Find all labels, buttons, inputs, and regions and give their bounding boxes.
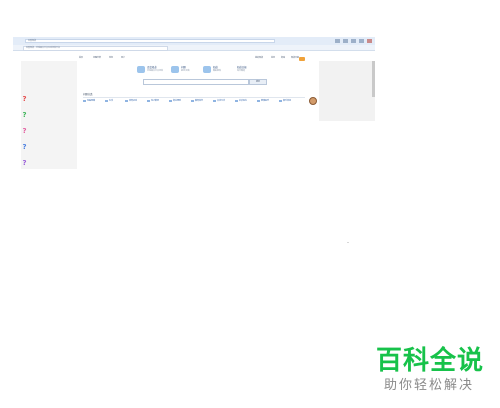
question-bubble-icon xyxy=(171,66,179,73)
nav-item-featured[interactable]: 特色 xyxy=(109,57,113,60)
category-chip[interactable]: 生活 xyxy=(105,99,113,103)
header-block-title: 知道 xyxy=(213,66,218,69)
question-icon-red: ? xyxy=(22,95,27,103)
category-list: 电脑网络 生活 体育运动 电子数码 商业理财 教育科学 文化艺术 社会民生 健康… xyxy=(83,99,313,104)
category-chip[interactable]: 娱乐休闲 xyxy=(279,99,291,103)
watermark-title: 百科全说 xyxy=(375,346,484,376)
minimize-button[interactable] xyxy=(335,39,340,43)
category-chip[interactable]: 社会民生 xyxy=(235,99,247,103)
right-sidebar xyxy=(319,61,375,121)
header-block-title: 问题 xyxy=(181,66,186,69)
nav-item-users[interactable]: 用户 xyxy=(121,57,125,60)
nav-item-category[interactable]: 问题分类 xyxy=(93,57,101,60)
question-icon-purple: ? xyxy=(22,159,27,167)
tab-label: 百度知道 - 全球最大中文互动问答平台 xyxy=(26,47,60,49)
zhidao-logo-icon xyxy=(137,66,145,73)
header-block[interactable]: 知道日报 每日精选 xyxy=(237,65,267,75)
search-button[interactable]: 搜索 xyxy=(249,79,267,85)
notification-badge[interactable] xyxy=(299,57,305,61)
header-block-title: 知道日报 xyxy=(237,66,247,69)
nav-item-daily[interactable]: 知道日报 xyxy=(291,57,299,60)
tab-active[interactable]: 百度知道 - 全球最大中文互动问答平台 xyxy=(23,46,168,51)
stray-mark xyxy=(347,242,349,243)
header-block-sub: 全球最大中文问答 xyxy=(147,70,164,72)
category-chip[interactable]: 体育运动 xyxy=(125,99,137,103)
chat-bubble-icon xyxy=(203,66,211,73)
close-button[interactable] xyxy=(367,39,372,43)
nav-item-messages[interactable]: 消息 xyxy=(271,57,275,60)
header-block[interactable]: 知道 精彩推荐 xyxy=(203,65,233,75)
nav-item-home[interactable]: 首页 xyxy=(79,57,83,60)
question-icon-pink: ? xyxy=(22,127,27,135)
section-title: 问题分类 xyxy=(83,93,93,96)
browser-screenshot: 百度知道 百度知道 - 全球最大中文互动问答平台 首页 问题分类 特色 用户 我… xyxy=(13,37,375,169)
tab-bar: 百度知道 - 全球最大中文互动问答平台 xyxy=(13,45,375,51)
category-chip[interactable]: 电子数码 xyxy=(147,99,159,103)
address-bar-text: 百度知道 xyxy=(28,40,37,42)
header-block-sub: 提问 回答 xyxy=(181,70,190,72)
avatar[interactable] xyxy=(309,97,317,105)
nav-item-mall[interactable]: 商城 xyxy=(281,57,285,60)
header-blocks: 百度知道 全球最大中文问答 问题 提问 回答 知道 精彩推荐 知道日报 每日精选 xyxy=(137,65,267,77)
maximize-button[interactable] xyxy=(343,39,348,43)
header-block-sub: 精彩推荐 xyxy=(213,70,222,72)
nav-item-my[interactable]: 我的知道 xyxy=(255,57,263,60)
header-block[interactable]: 问题 提问 回答 xyxy=(171,65,201,75)
left-sidebar: ? ? ? ? ? xyxy=(21,61,77,169)
category-chip[interactable]: 文化艺术 xyxy=(213,99,225,103)
header-block-title: 百度知道 xyxy=(147,66,157,69)
header-block-sub: 每日精选 xyxy=(237,70,246,72)
header-block[interactable]: 百度知道 全球最大中文问答 xyxy=(137,65,169,75)
browser-titlebar: 百度知道 xyxy=(13,37,375,45)
watermark-subtitle: 助你轻松解决 xyxy=(383,378,474,393)
scrollbar[interactable] xyxy=(372,61,375,97)
category-chip[interactable]: 教育科学 xyxy=(191,99,203,103)
category-chip[interactable]: 商业理财 xyxy=(169,99,181,103)
question-icon-green: ? xyxy=(22,111,27,119)
address-bar[interactable]: 百度知道 xyxy=(25,39,275,43)
search-input[interactable] xyxy=(143,79,249,85)
settings-icon[interactable] xyxy=(351,39,356,43)
menu-icon[interactable] xyxy=(359,39,364,43)
category-chip[interactable]: 健康医疗 xyxy=(257,99,269,103)
question-icon-blue: ? xyxy=(22,143,27,151)
divider xyxy=(83,97,305,98)
category-chip[interactable]: 电脑网络 xyxy=(83,99,95,103)
